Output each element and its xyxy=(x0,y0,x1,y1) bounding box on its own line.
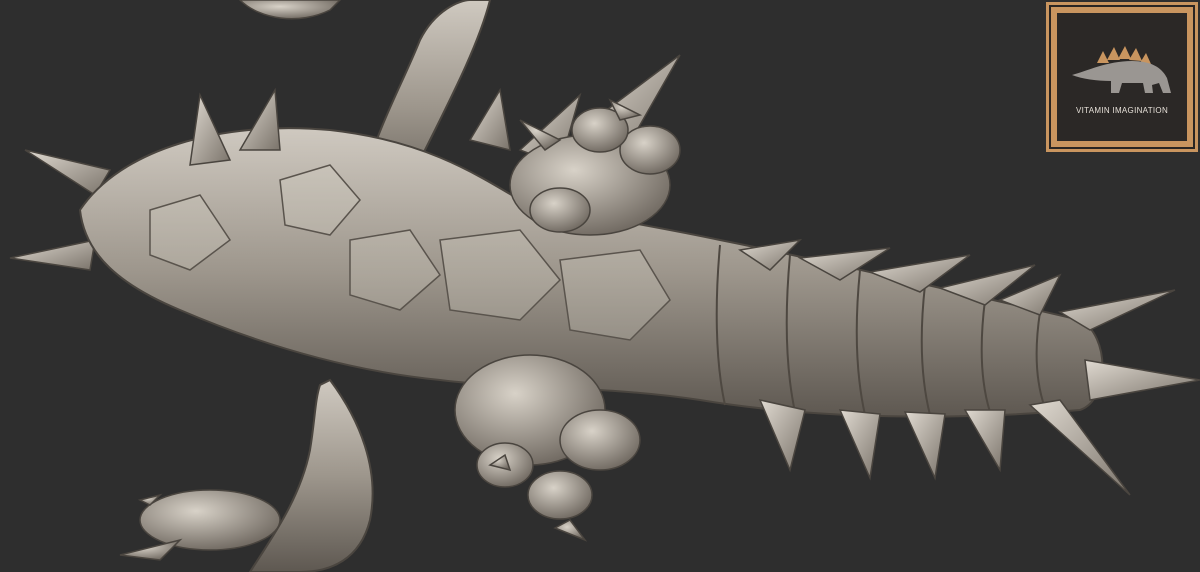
render-viewport: VITAMIN IMAGINATION xyxy=(0,0,1200,572)
stegosaurus-icon xyxy=(1072,46,1171,93)
creature-sculpt-render xyxy=(9,0,1200,572)
lower-leg xyxy=(248,378,374,572)
upper-foot xyxy=(509,98,681,236)
watermark-text: VITAMIN IMAGINATION xyxy=(1075,106,1169,115)
watermark-badge: VITAMIN IMAGINATION xyxy=(1046,2,1198,152)
